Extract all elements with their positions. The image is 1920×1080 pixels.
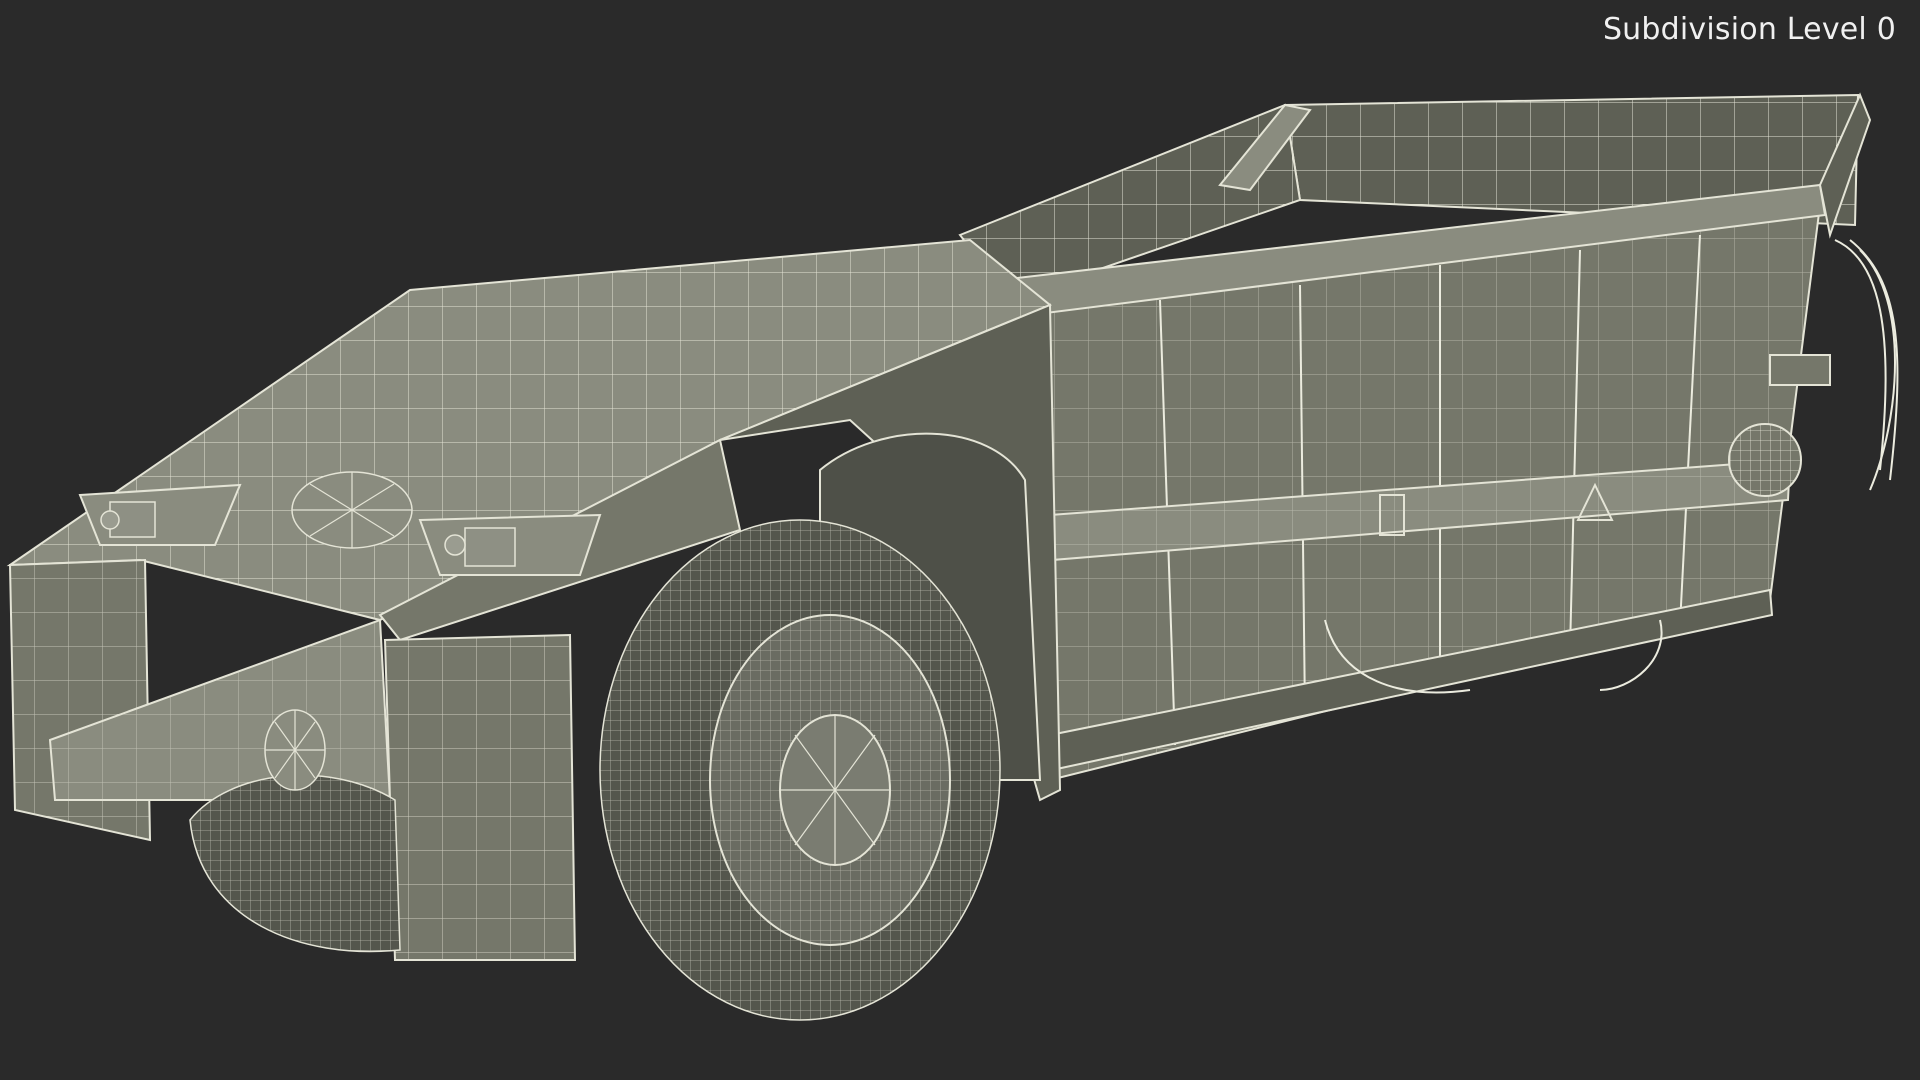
fan-vent-top	[291, 471, 413, 549]
dump-body	[958, 93, 1860, 782]
3d-viewport[interactable]: Subdivision Level 0	[0, 0, 1920, 1080]
headlight-left	[78, 483, 242, 546]
subdivision-level-label: Subdivision Level 0	[1602, 12, 1896, 47]
front-tire-left	[189, 774, 401, 953]
fan-vent-front	[264, 709, 326, 791]
headlight-right	[418, 513, 602, 576]
mesh-wireframe-render	[6, 92, 1899, 1021]
front-tire-right	[599, 519, 1001, 1021]
